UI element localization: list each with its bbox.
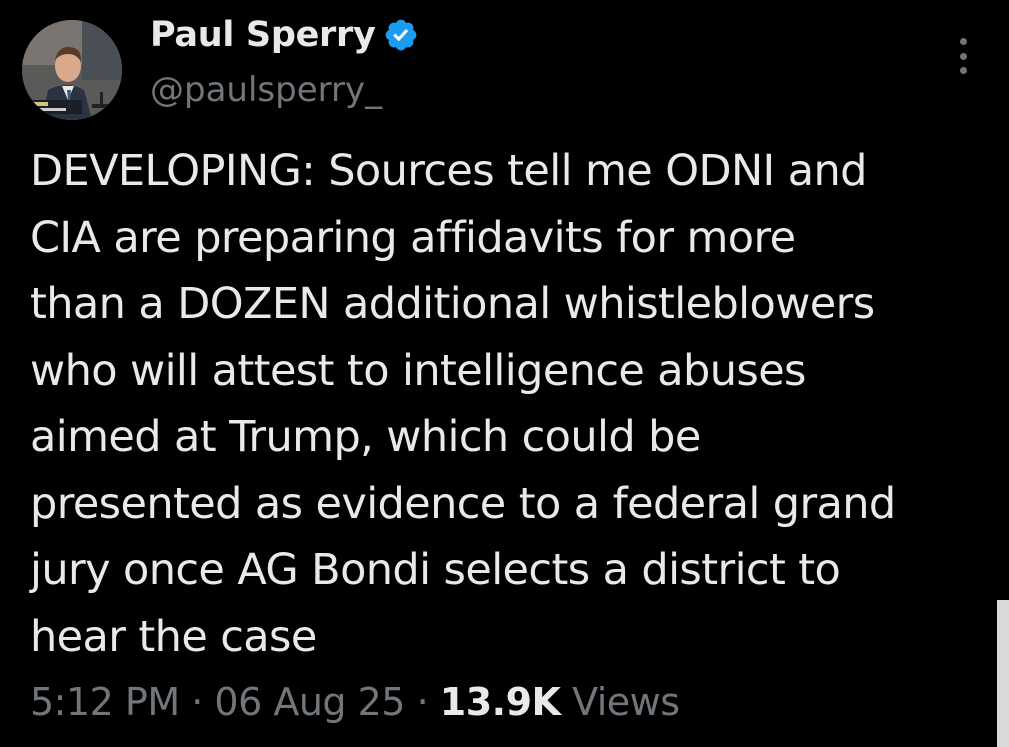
author-name-row: Paul Sperry	[150, 12, 419, 58]
tweet-text-line: jury once AG Bondi selects a district to	[30, 545, 841, 595]
tweet-text-line: presented as evidence to a federal grand	[30, 478, 896, 529]
tweet-text-line: than a DOZEN additional whistleblowers	[30, 279, 875, 329]
verified-badge-icon	[383, 17, 419, 53]
tweet-date[interactable]: 06 Aug 25	[214, 680, 405, 724]
tweet-meta: 5:12 PM · 06 Aug 25 · 13.9K Views	[30, 680, 680, 724]
more-dot-icon	[959, 52, 967, 60]
author-display-name[interactable]: Paul Sperry	[150, 15, 376, 55]
tweet-text-line: who will attest to intelligence abuses	[30, 345, 806, 396]
views-label: Views	[572, 680, 680, 724]
meta-separator: ·	[191, 680, 203, 724]
tweet-time[interactable]: 5:12 PM	[30, 680, 180, 724]
scrollbar-thumb[interactable]	[997, 600, 1009, 747]
profile-photo-icon	[22, 20, 122, 120]
meta-separator: ·	[416, 680, 429, 724]
tweet-text-line: DEVELOPING: Sources tell me ODNI and	[30, 146, 867, 196]
more-dot-icon	[959, 67, 967, 74]
tweet-text-line: aimed at Trump, which could be	[30, 412, 701, 462]
more-dot-icon	[959, 38, 967, 45]
views-count: 13.9K	[439, 680, 561, 724]
tweet-card: Paul Sperry @paulsperry_ DEVELOPING: Sou…	[0, 0, 1009, 747]
tweet-body: DEVELOPING: Sources tell me ODNI and CIA…	[30, 138, 995, 670]
author-avatar[interactable]	[22, 20, 122, 120]
more-options-button[interactable]	[951, 38, 975, 74]
tweet-text-line: hear the case	[30, 611, 317, 662]
author-handle[interactable]: @paulsperry_	[150, 70, 382, 110]
tweet-text-line: CIA are preparing affidavits for more	[30, 212, 796, 263]
